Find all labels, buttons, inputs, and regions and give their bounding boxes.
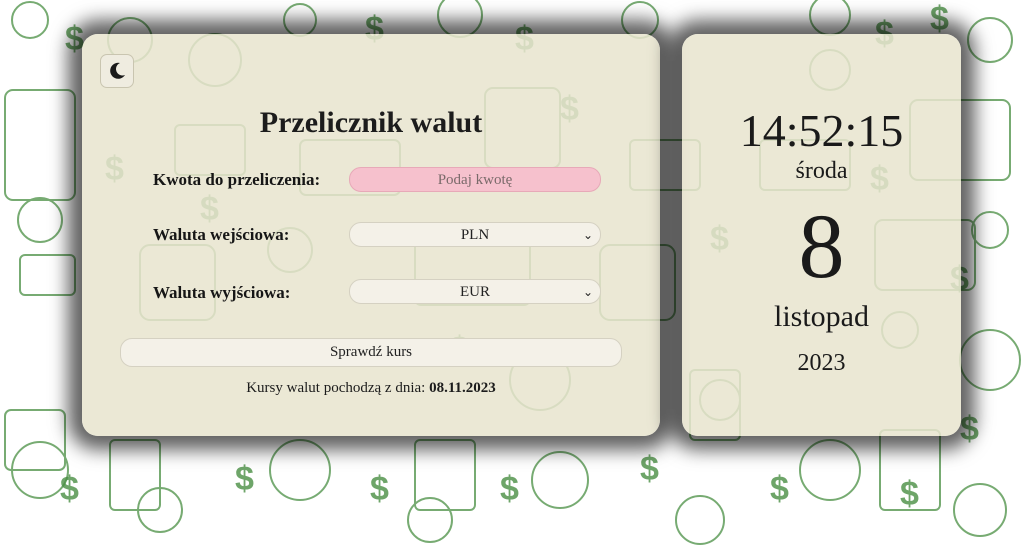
svg-text:$: $	[500, 470, 519, 508]
svg-text:$: $	[900, 475, 919, 513]
rates-note-prefix: Kursy walut pochodzą z dnia:	[246, 380, 426, 396]
input-currency-label: Waluta wejściowa:	[153, 225, 290, 244]
chevron-down-icon: ⌄	[582, 228, 593, 242]
output-currency-select[interactable]: EUR ⌄	[349, 279, 601, 304]
svg-text:$: $	[640, 450, 659, 488]
output-currency-label: Waluta wyjściowa:	[153, 283, 291, 302]
clock-time: 14:52:15	[739, 105, 904, 156]
page-title: Przelicznik walut	[259, 106, 483, 139]
clock-day: 8	[798, 195, 845, 297]
svg-text:$: $	[770, 470, 789, 508]
clock-panel: 14:52:15 środa 8 listopad 2023	[682, 34, 961, 436]
rates-date-note: Kursy walut pochodzą z dnia: 08.11.2023	[82, 380, 660, 397]
svg-text:$: $	[60, 470, 79, 508]
amount-input[interactable]: Podaj kwotę	[349, 167, 601, 192]
svg-text:$: $	[370, 470, 389, 508]
check-rate-button[interactable]: Sprawdź kurs	[120, 338, 622, 367]
clock-month: listopad	[774, 300, 869, 333]
clock-year: 2023	[797, 350, 846, 376]
converter-panel: Przelicznik walut Kwota do przeliczenia:…	[82, 34, 660, 436]
theme-toggle-button[interactable]	[100, 54, 134, 88]
chevron-down-icon: ⌄	[582, 285, 593, 299]
moon-icon	[110, 62, 125, 79]
input-currency-select[interactable]: PLN ⌄	[349, 222, 601, 247]
output-currency-value: EUR	[460, 284, 490, 300]
svg-text:$: $	[960, 410, 979, 448]
input-currency-value: PLN	[460, 227, 490, 243]
amount-label: Kwota do przeliczenia:	[153, 170, 321, 189]
svg-text:$: $	[930, 0, 949, 38]
svg-text:$: $	[235, 460, 254, 498]
clock-weekday: środa	[795, 158, 848, 184]
rates-date: 08.11.2023	[429, 380, 496, 396]
